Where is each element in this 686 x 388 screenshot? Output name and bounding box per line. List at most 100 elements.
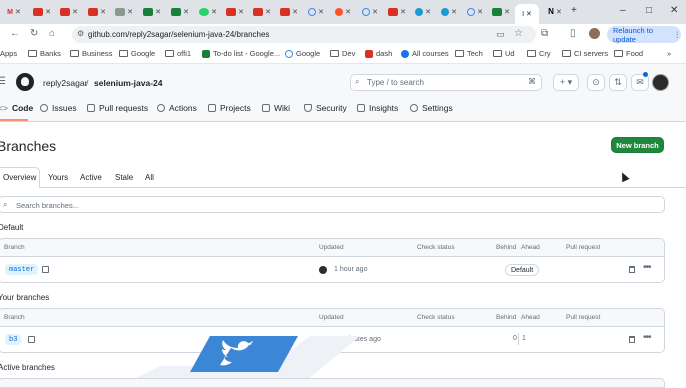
branch-search-input[interactable] (0, 196, 665, 213)
bookmarks-overflow-icon[interactable]: » (667, 49, 671, 58)
bookmark-apps[interactable]: Apps (0, 49, 17, 58)
browser-tab-youtube-1[interactable]: ✕ (30, 4, 54, 20)
tab-insights[interactable]: Insights (357, 103, 398, 113)
browser-tab-youtube-7[interactable]: ✕ (385, 4, 409, 20)
browser-tab-notion[interactable]: N ✕ (543, 4, 567, 20)
browser-tab-google-3[interactable]: ✕ (463, 4, 487, 20)
browser-tab-active[interactable]: I ✕ (515, 4, 539, 24)
install-icon[interactable]: ▭ (496, 29, 505, 40)
bookmark-all-courses[interactable]: All courses (401, 49, 449, 58)
copy-icon[interactable] (28, 336, 35, 343)
bookmark-tech[interactable]: Tech (455, 49, 483, 58)
new-branch-button[interactable]: New branch (611, 137, 664, 153)
tab-security[interactable]: Security (304, 103, 347, 113)
search-icon: ⌕ (3, 200, 8, 209)
browser-tab-youtube-4[interactable]: ✕ (223, 4, 247, 20)
bookmark-label: Banks (40, 49, 61, 58)
branch-name-link[interactable]: master (5, 264, 39, 275)
site-info-icon[interactable]: ⚙ (77, 29, 84, 38)
browser-tab-sheets-2[interactable]: ✕ (168, 4, 192, 20)
tab-wiki[interactable]: Wiki (262, 103, 290, 113)
browser-tab-youtube-2[interactable]: ✕ (57, 4, 81, 20)
back-icon[interactable]: ← (10, 28, 20, 39)
page-title: Branches (0, 138, 57, 154)
browser-tab-sheets-1[interactable]: ✕ (140, 4, 164, 20)
plus-icon: + ▾ (559, 77, 573, 87)
folder-icon (493, 50, 502, 57)
issues-icon[interactable]: ⊙ (587, 74, 605, 91)
search-placeholder: Type / to search (367, 78, 424, 87)
bookmark-dev[interactable]: Dev (330, 49, 355, 58)
home-icon[interactable]: ⌂ (49, 28, 55, 39)
bookmark-cry[interactable]: Cry (527, 49, 551, 58)
browser-tab-gmail[interactable]: M ✕ (2, 4, 26, 20)
close-window-icon[interactable]: ✕ (670, 5, 678, 16)
profile-avatar[interactable] (589, 28, 600, 39)
trash-icon[interactable] (629, 336, 635, 343)
bookmark-banks[interactable]: Banks (28, 49, 61, 58)
breadcrumb-owner[interactable]: reply2sagar (43, 78, 87, 88)
minimize-icon[interactable]: – (620, 5, 626, 16)
bookmark-google[interactable]: Google (285, 49, 320, 58)
bookmark-business[interactable]: Business (70, 49, 112, 58)
subtab-all[interactable]: All (145, 173, 154, 182)
browser-tab-google-2[interactable]: ✕ (358, 4, 382, 20)
bookmark-todo[interactable]: To-do list - Google... (202, 49, 280, 58)
meet-icon (415, 8, 424, 16)
create-new-button[interactable]: + ▾ (553, 74, 579, 91)
bookmark-offi1[interactable]: offi1 (165, 49, 191, 58)
browser-tab-sheets-gray[interactable]: ✕ (112, 4, 136, 20)
bookmark-dash[interactable]: dash (365, 49, 392, 58)
breadcrumb-repo[interactable]: selenium-java-24 (94, 78, 163, 88)
hamburger-menu-icon[interactable]: ☰ (0, 76, 6, 87)
tab-projects[interactable]: Projects (208, 103, 251, 113)
bookmark-ci-servers[interactable]: CI servers (562, 49, 608, 58)
new-tab-icon[interactable]: + (571, 5, 577, 16)
pull-requests-icon[interactable]: ⇅ (609, 74, 627, 91)
github-logo-icon[interactable] (16, 73, 34, 91)
search-icon: ⌕ (355, 77, 360, 86)
subtab-overview[interactable]: Overview (3, 173, 36, 182)
gmail-icon: M (7, 8, 13, 16)
browser-tab-brave[interactable]: ✕ (331, 4, 355, 20)
youtube-icon (226, 8, 237, 16)
browser-tab-google-1[interactable]: ✕ (304, 4, 328, 20)
browser-tab-sheets-3[interactable]: ✕ (489, 4, 513, 20)
browser-tab-youtube-6[interactable]: ✕ (277, 4, 301, 20)
bookmark-ud[interactable]: Ud (493, 49, 515, 58)
sidepanel-icon[interactable]: ▯ (570, 28, 576, 39)
subtab-active[interactable]: Active (80, 173, 102, 182)
close-icon: ✕ (292, 8, 298, 16)
user-avatar[interactable] (652, 74, 669, 91)
subtab-stale[interactable]: Stale (115, 173, 133, 182)
maximize-icon[interactable]: □ (646, 5, 652, 16)
bookmark-google-folder[interactable]: Google (119, 49, 155, 58)
tab-pull-requests[interactable]: Pull requests (87, 103, 148, 113)
extensions-icon[interactable]: ⧉ (541, 28, 548, 39)
command-palette-icon[interactable]: ⌘ (528, 77, 536, 86)
branch-name-link[interactable]: b3 (5, 334, 22, 345)
subtab-yours[interactable]: Yours (48, 173, 68, 182)
tab-settings[interactable]: Settings (410, 103, 453, 113)
tab-actions[interactable]: Actions (157, 103, 197, 113)
bookmark-food[interactable]: Food (614, 49, 643, 58)
default-badge: Default (505, 264, 540, 276)
url-text[interactable]: github.com/reply2sagar/selenium-java-24/… (88, 30, 269, 39)
trash-icon[interactable] (629, 266, 635, 273)
browser-tab-meet-2[interactable]: ✕ (437, 4, 461, 20)
relaunch-button[interactable]: Relaunch to update ⋮ (607, 26, 681, 44)
browser-tab-youtube-5[interactable]: ✕ (250, 4, 274, 20)
browser-tab-whatsapp[interactable]: ✕ (196, 4, 220, 20)
browser-tab-meet-1[interactable]: ✕ (411, 4, 435, 20)
section-title-default: Default (0, 223, 24, 232)
more-options-icon[interactable]: ••• (643, 332, 651, 343)
close-icon[interactable]: ✕ (526, 11, 532, 18)
browser-tab-youtube-3[interactable]: ✕ (85, 4, 109, 20)
tab-issues[interactable]: Issues (40, 103, 77, 113)
tab-code[interactable]: <> Code (0, 103, 33, 113)
bookmark-star-icon[interactable]: ☆ (514, 28, 523, 39)
more-options-icon[interactable]: ••• (643, 262, 651, 273)
avatar[interactable] (319, 266, 327, 274)
copy-icon[interactable] (42, 266, 49, 273)
reload-icon[interactable]: ↻ (30, 28, 38, 39)
